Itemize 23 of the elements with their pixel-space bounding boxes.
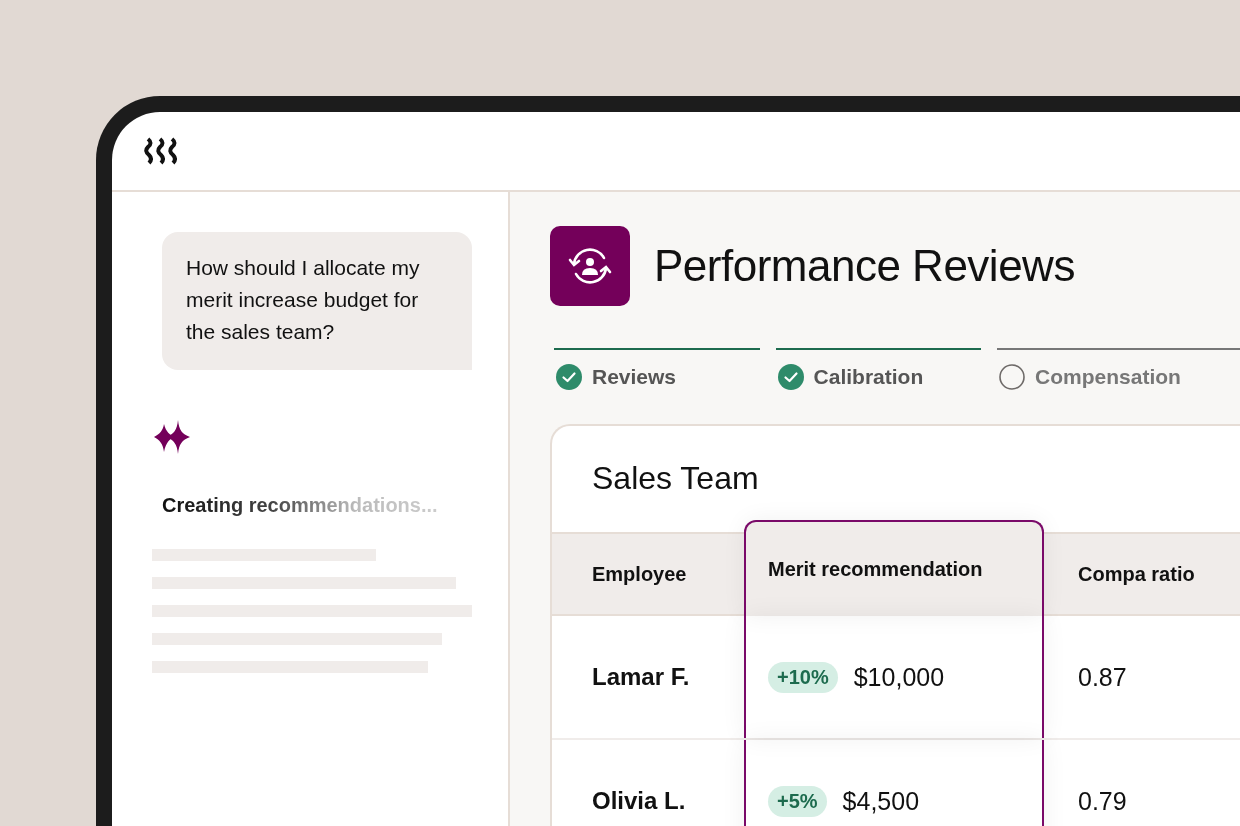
check-circle-icon xyxy=(777,364,804,390)
progress-step: Reviews xyxy=(554,348,760,390)
table-cell: $10,000 xyxy=(853,662,945,692)
page-title: Performance Reviews xyxy=(654,241,1075,291)
table-cell: 0.79 xyxy=(1078,786,1127,816)
logo-icon xyxy=(144,137,180,165)
reviews-app-icon xyxy=(550,226,630,306)
percent-badge: +10% xyxy=(768,661,838,693)
progress-step: Compensation xyxy=(997,348,1240,390)
table-cell: Lamar F. xyxy=(592,663,690,691)
column-header: Merit recommendation xyxy=(744,520,1044,616)
card-title: Sales Team xyxy=(591,459,760,498)
column-header: Compa ratio xyxy=(1077,561,1195,587)
table-cell: $4,500 xyxy=(842,786,920,816)
chat-message: How should I allocate my merit increase budget for the sales team? xyxy=(162,232,472,370)
progress-step: Calibration xyxy=(775,348,982,390)
check-circle-icon xyxy=(556,364,582,390)
percent-badge: +5% xyxy=(768,785,827,817)
empty-circle-icon xyxy=(999,364,1026,390)
table-cell: Olivia L. xyxy=(592,787,686,815)
status-text: Creating recommendations... xyxy=(162,494,438,517)
column-header: Employee xyxy=(591,561,688,587)
table-cell: 0.87 xyxy=(1078,662,1127,692)
